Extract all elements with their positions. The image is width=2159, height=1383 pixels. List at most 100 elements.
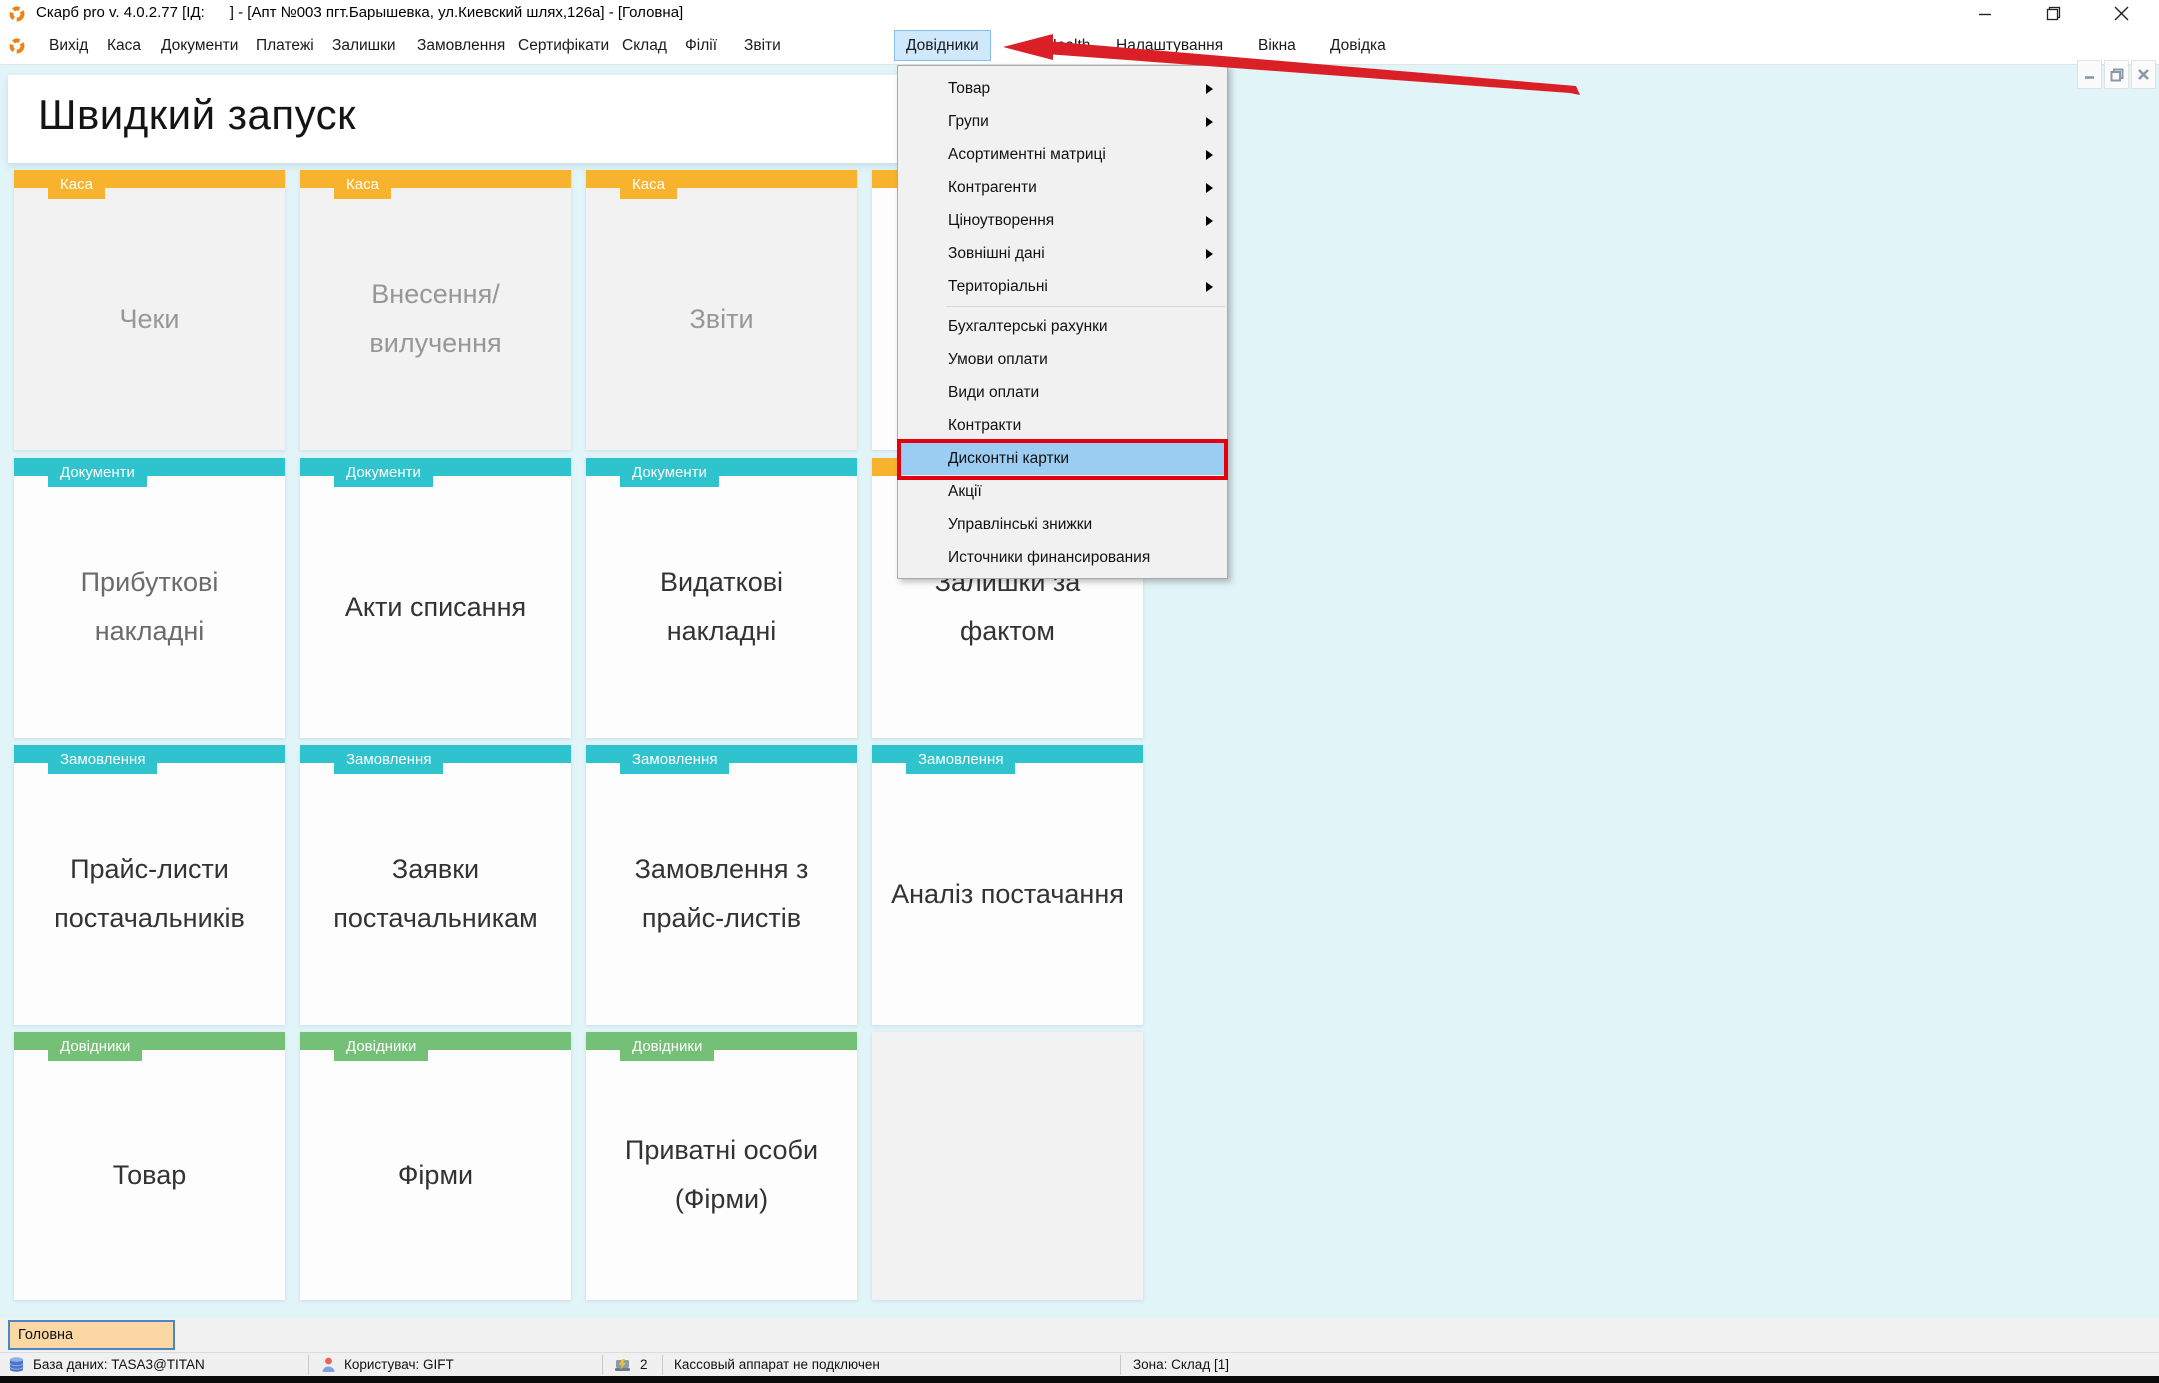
tile-label: Заявки постачальникам: [308, 845, 563, 942]
tile-firmy[interactable]: Довідники Фірми: [300, 1032, 571, 1300]
dropdown-item-terytorialni[interactable]: Територіальні: [898, 270, 1227, 303]
tile-pryvatni-osoby[interactable]: Довідники Приватні особи (Фірми): [586, 1032, 857, 1300]
menu-item-ehealth[interactable]: eHealth: [1033, 27, 1094, 64]
tile-vydatkovi-nakladni[interactable]: Документи Видаткові накладні: [586, 458, 857, 738]
menu-item-dokumenty[interactable]: Документи: [157, 27, 242, 64]
dropdown-item-umovy-oplaty[interactable]: Умови оплати: [898, 343, 1227, 376]
tile-label: Прайс-листи постачальників: [22, 845, 277, 942]
tile-label: Видаткові накладні: [616, 558, 828, 655]
dropdown-item-aktsii[interactable]: Акції: [898, 475, 1227, 508]
tile-analiz-postachannya[interactable]: Замовлення Аналіз постачання: [872, 745, 1143, 1025]
tile-label: Товар: [113, 1151, 186, 1200]
tile-label: Аналіз постачання: [891, 870, 1124, 919]
bottom-black-strip: [0, 1376, 2159, 1383]
dropdown-item-zovnishni-dani[interactable]: Зовнішні дані: [898, 237, 1227, 270]
tile-prais-lysty-postachalnykiv[interactable]: Замовлення Прайс-листи постачальників: [14, 745, 285, 1025]
restore-icon: [2046, 6, 2061, 21]
menu-separator: [946, 306, 1225, 307]
menu-item-dovidka[interactable]: Довідка: [1326, 27, 1390, 64]
menu-item-zalyshky[interactable]: Залишки: [328, 27, 400, 64]
menu-item-sertyfikaty[interactable]: Сертифікати: [514, 27, 613, 64]
statusbar-separator: [1120, 1355, 1121, 1375]
menu-logo-icon: [8, 37, 26, 55]
dropdown-item-tovar[interactable]: Товар: [898, 72, 1227, 105]
application-window: Скарб pro v. 4.0.2.77 [ІД: ] - [Апт №003…: [0, 0, 2159, 1383]
page-title: Швидкий запуск: [38, 91, 356, 139]
tile-vnesennya-vyluchennya[interactable]: Каса Внесення/вилучення: [300, 170, 571, 450]
menu-item-zamovlennya[interactable]: Замовлення: [413, 27, 509, 64]
dropdown-item-dyskontni-kartky[interactable]: Дисконтні картки: [898, 442, 1227, 475]
statusbar-separator: [308, 1355, 309, 1375]
mdi-minimize-button[interactable]: [2077, 60, 2102, 89]
dropdown-item-vydy-oplaty[interactable]: Види оплати: [898, 376, 1227, 409]
dropdown-item-bukhhalterski-rakhunky[interactable]: Бухгалтерські рахунки: [898, 310, 1227, 343]
tile-cheky[interactable]: Каса Чеки: [14, 170, 285, 450]
tile-label: Звіти: [689, 295, 753, 344]
menu-item-platezhi[interactable]: Платежі: [252, 27, 318, 64]
database-icon: [8, 1356, 25, 1373]
statusbar-separator: [662, 1355, 663, 1375]
tile-label: Замовлення з прайс-листів: [594, 845, 849, 942]
tile-label: Фірми: [398, 1151, 473, 1200]
menu-item-filii[interactable]: Філії: [681, 27, 721, 64]
tile-label: Внесення/вилучення: [330, 270, 542, 367]
submenu-arrow-icon: [1206, 150, 1213, 160]
window-close-button[interactable]: [2098, 0, 2144, 27]
submenu-arrow-icon: [1206, 117, 1213, 127]
tile-tovar[interactable]: Довідники Товар: [14, 1032, 285, 1300]
minimize-icon: [1978, 7, 1992, 21]
submenu-arrow-icon: [1206, 84, 1213, 94]
status-bar: База даних: TASA3@TITAN Користувач: GIFT…: [0, 1352, 2159, 1376]
submenu-arrow-icon: [1206, 249, 1213, 259]
tile-empty-placeholder: [872, 1032, 1143, 1300]
mdi-close-icon: [2137, 68, 2150, 81]
window-minimize-button[interactable]: [1962, 0, 2008, 27]
tile-zvity[interactable]: Каса Звіти: [586, 170, 857, 450]
statusbar-database: База даних: TASA3@TITAN: [33, 1357, 205, 1372]
tile-label: Приватні особи (Фірми): [594, 1126, 849, 1223]
tab-holovna[interactable]: Головна: [8, 1320, 175, 1350]
window-title: Скарб pro v. 4.0.2.77 [ІД: ] - [Апт №003…: [36, 4, 683, 21]
dropdown-item-istochniki-finansirovaniya[interactable]: Источники финансирования: [898, 541, 1227, 574]
submenu-arrow-icon: [1206, 216, 1213, 226]
menu-item-kasa[interactable]: Каса: [103, 27, 145, 64]
tile-akty-spysannya[interactable]: Документи Акти списання: [300, 458, 571, 738]
menu-bar: Вихід Каса Документи Платежі Залишки Зам…: [0, 27, 2159, 65]
menu-item-nalashtuvannya[interactable]: Налаштування: [1112, 27, 1227, 64]
submenu-arrow-icon: [1206, 183, 1213, 193]
statusbar-separator: [602, 1355, 603, 1375]
tab-strip: Головна: [0, 1318, 2159, 1352]
menu-item-vykhid[interactable]: Вихід: [45, 27, 92, 64]
mdi-restore-icon: [2110, 68, 2124, 82]
user-icon: [320, 1356, 337, 1373]
tile-label: Чеки: [120, 295, 180, 344]
tile-zayavky-postachalnykam[interactable]: Замовлення Заявки постачальникам: [300, 745, 571, 1025]
tile-label: Акти списання: [345, 583, 526, 632]
menu-item-vikna[interactable]: Вікна: [1254, 27, 1300, 64]
dropdown-item-hrupy[interactable]: Групи: [898, 105, 1227, 138]
tile-zamovlennya-z-prais-lystiv[interactable]: Замовлення Замовлення з прайс-листів: [586, 745, 857, 1025]
tile-label: Прибуткові накладні: [44, 558, 256, 655]
menu-item-dovidnyky[interactable]: Довідники: [894, 30, 991, 61]
statusbar-counter: 2: [640, 1357, 648, 1372]
mdi-close-button[interactable]: [2131, 60, 2156, 89]
mdi-minimize-icon: [2083, 68, 2096, 81]
menu-item-sklad[interactable]: Склад: [618, 27, 671, 64]
dropdown-item-tsinoutvorennya[interactable]: Ціноутворення: [898, 204, 1227, 237]
dropdown-item-kontrahenty[interactable]: Контрагенти: [898, 171, 1227, 204]
dropdown-item-kontrakty[interactable]: Контракти: [898, 409, 1227, 442]
app-logo-icon: [8, 5, 26, 23]
title-bar: Скарб pro v. 4.0.2.77 [ІД: ] - [Апт №003…: [0, 0, 2159, 27]
mdi-restore-button[interactable]: [2104, 60, 2129, 89]
cash-register-icon: [614, 1356, 631, 1373]
close-icon: [2114, 6, 2129, 21]
statusbar-cash-device: Кассовый аппарат не подключен: [674, 1357, 880, 1372]
dovidnyky-dropdown-menu: Товар Групи Асортиментні матриці Контраг…: [897, 65, 1228, 579]
submenu-arrow-icon: [1206, 282, 1213, 292]
tile-prybutkovi-nakladni[interactable]: Документи Прибуткові накладні: [14, 458, 285, 738]
statusbar-zone: Зона: Склад [1]: [1133, 1357, 1229, 1372]
dropdown-item-asortymentni-matrytsi[interactable]: Асортиментні матриці: [898, 138, 1227, 171]
window-restore-button[interactable]: [2030, 0, 2076, 27]
menu-item-zvity[interactable]: Звіти: [740, 27, 785, 64]
dropdown-item-upravlinski-znyzhky[interactable]: Управлінські знижки: [898, 508, 1227, 541]
